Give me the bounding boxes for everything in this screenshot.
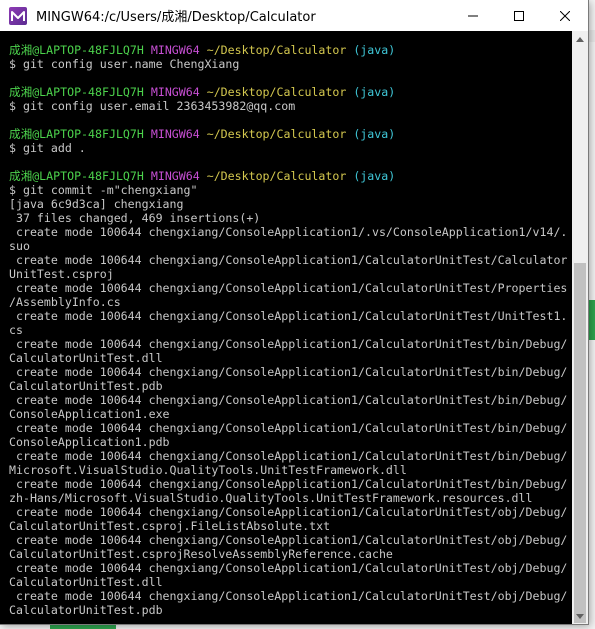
chevron-up-icon <box>576 36 584 42</box>
terminal-output-area[interactable]: 成湘@LAPTOP-48FJLQ7H MINGW64 ~/Desktop/Cal… <box>0 31 572 624</box>
mingw-app-icon <box>9 6 27 25</box>
output-line: create mode 100644 chengxiang/ConsoleApp… <box>9 253 568 267</box>
prompt-system: MINGW64 <box>150 85 200 99</box>
prompt-user: 成湘@LAPTOP-48FJLQ7H <box>9 127 144 141</box>
scrollbar-thumb[interactable] <box>574 263 586 623</box>
prompt-user: 成湘@LAPTOP-48FJLQ7H <box>9 169 144 183</box>
output-line: create mode 100644 chengxiang/ConsoleApp… <box>9 337 568 351</box>
output-line: CalculatorUnitTest.dll <box>9 351 163 365</box>
prompt-branch: (java) <box>353 43 396 57</box>
command-line: $ git config user.email 2363453982@qq.co… <box>9 99 296 113</box>
output-line: suo <box>9 239 30 253</box>
scroll-down-button[interactable] <box>572 608 588 624</box>
output-line: create mode 100644 chengxiang/ConsoleApp… <box>9 561 568 575</box>
output-line: zh-Hans/Microsoft.VisualStudio.QualityTo… <box>9 491 533 505</box>
close-icon <box>560 10 570 21</box>
window-title: MINGW64:/c/Users/成湘/Desktop/Calculator <box>36 10 316 25</box>
output-line: create mode 100644 chengxiang/ConsoleApp… <box>9 505 568 519</box>
output-line: create mode 100644 chengxiang/ConsoleApp… <box>9 421 568 435</box>
output-line: UnitTest.csproj <box>9 267 114 281</box>
output-line: /AssemblyInfo.cs <box>9 295 121 309</box>
prompt-path: ~/Desktop/Calculator <box>206 127 347 141</box>
minimize-icon <box>468 15 478 16</box>
output-line: create mode 100644 chengxiang/ConsoleApp… <box>9 365 568 379</box>
output-line: create mode 100644 chengxiang/ConsoleApp… <box>9 589 568 603</box>
command-line: $ git add . <box>9 141 86 155</box>
output-line: create mode 100644 chengxiang/ConsoleApp… <box>9 393 568 407</box>
output-line: create mode 100644 chengxiang/ConsoleApp… <box>9 449 568 463</box>
window-controls <box>450 0 588 31</box>
prompt-line: 成湘@LAPTOP-48FJLQ7H MINGW64 ~/Desktop/Cal… <box>9 127 572 141</box>
prompt-branch: (java) <box>353 85 396 99</box>
output-line: CalculatorUnitTest.csproj.FileListAbsolu… <box>9 519 331 533</box>
prompt-line: 成湘@LAPTOP-48FJLQ7H MINGW64 ~/Desktop/Cal… <box>9 85 572 99</box>
background-green-edge <box>588 300 595 340</box>
output-line: CalculatorUnitTest.dll <box>9 575 163 589</box>
prompt-user: 成湘@LAPTOP-48FJLQ7H <box>9 85 144 99</box>
mingw64-terminal-window: MINGW64:/c/Users/成湘/Desktop/Calculator 成… <box>0 0 588 624</box>
prompt-user: 成湘@LAPTOP-48FJLQ7H <box>9 43 144 57</box>
output-line: create mode 100644 chengxiang/ConsoleApp… <box>9 533 568 547</box>
scroll-up-button[interactable] <box>572 31 588 47</box>
close-button[interactable] <box>542 0 588 31</box>
prompt-branch: (java) <box>353 169 396 183</box>
output-line: CalculatorUnitTest.csprojResolveAssembly… <box>9 547 393 561</box>
vertical-scrollbar[interactable] <box>572 31 588 624</box>
output-line: Microsoft.VisualStudio.QualityTools.Unit… <box>9 463 407 477</box>
prompt-path: ~/Desktop/Calculator <box>206 85 347 99</box>
title-bar[interactable]: MINGW64:/c/Users/成湘/Desktop/Calculator <box>0 0 588 31</box>
commit-output: [java 6c9d3ca] chengxiang 37 files chang… <box>9 197 572 617</box>
output-line: create mode 100644 chengxiang/ConsoleApp… <box>9 309 568 323</box>
command-line: $ git commit -m"chengxiang" <box>9 183 198 197</box>
output-line: 37 files changed, 469 insertions(+) <box>9 211 261 225</box>
output-line: create mode 100644 chengxiang/ConsoleApp… <box>9 225 568 239</box>
prompt-path: ~/Desktop/Calculator <box>206 43 347 57</box>
prompt-line: 成湘@LAPTOP-48FJLQ7H MINGW64 ~/Desktop/Cal… <box>9 43 572 57</box>
prompt-system: MINGW64 <box>150 169 200 183</box>
prompt-branch: (java) <box>353 127 396 141</box>
prompt-line: 成湘@LAPTOP-48FJLQ7H MINGW64 ~/Desktop/Cal… <box>9 169 572 183</box>
minimize-button[interactable] <box>450 0 496 31</box>
maximize-icon <box>514 10 524 21</box>
prompt-system: MINGW64 <box>150 43 200 57</box>
output-line: CalculatorUnitTest.pdb <box>9 379 163 393</box>
prompt-system: MINGW64 <box>150 127 200 141</box>
maximize-button[interactable] <box>496 0 542 31</box>
command-line: $ git config user.name ChengXiang <box>9 57 240 71</box>
output-line: ConsoleApplication1.pdb <box>9 435 170 449</box>
output-line: create mode 100644 chengxiang/ConsoleApp… <box>9 477 568 491</box>
output-line: cs <box>9 323 23 337</box>
prompt-path: ~/Desktop/Calculator <box>206 169 347 183</box>
output-line: CalculatorUnitTest.pdb <box>9 603 163 617</box>
output-line: create mode 100644 chengxiang/ConsoleApp… <box>9 281 568 295</box>
chevron-down-icon <box>576 613 584 619</box>
output-line: ConsoleApplication1.exe <box>9 407 170 421</box>
output-line: [java 6c9d3ca] chengxiang <box>9 197 184 211</box>
